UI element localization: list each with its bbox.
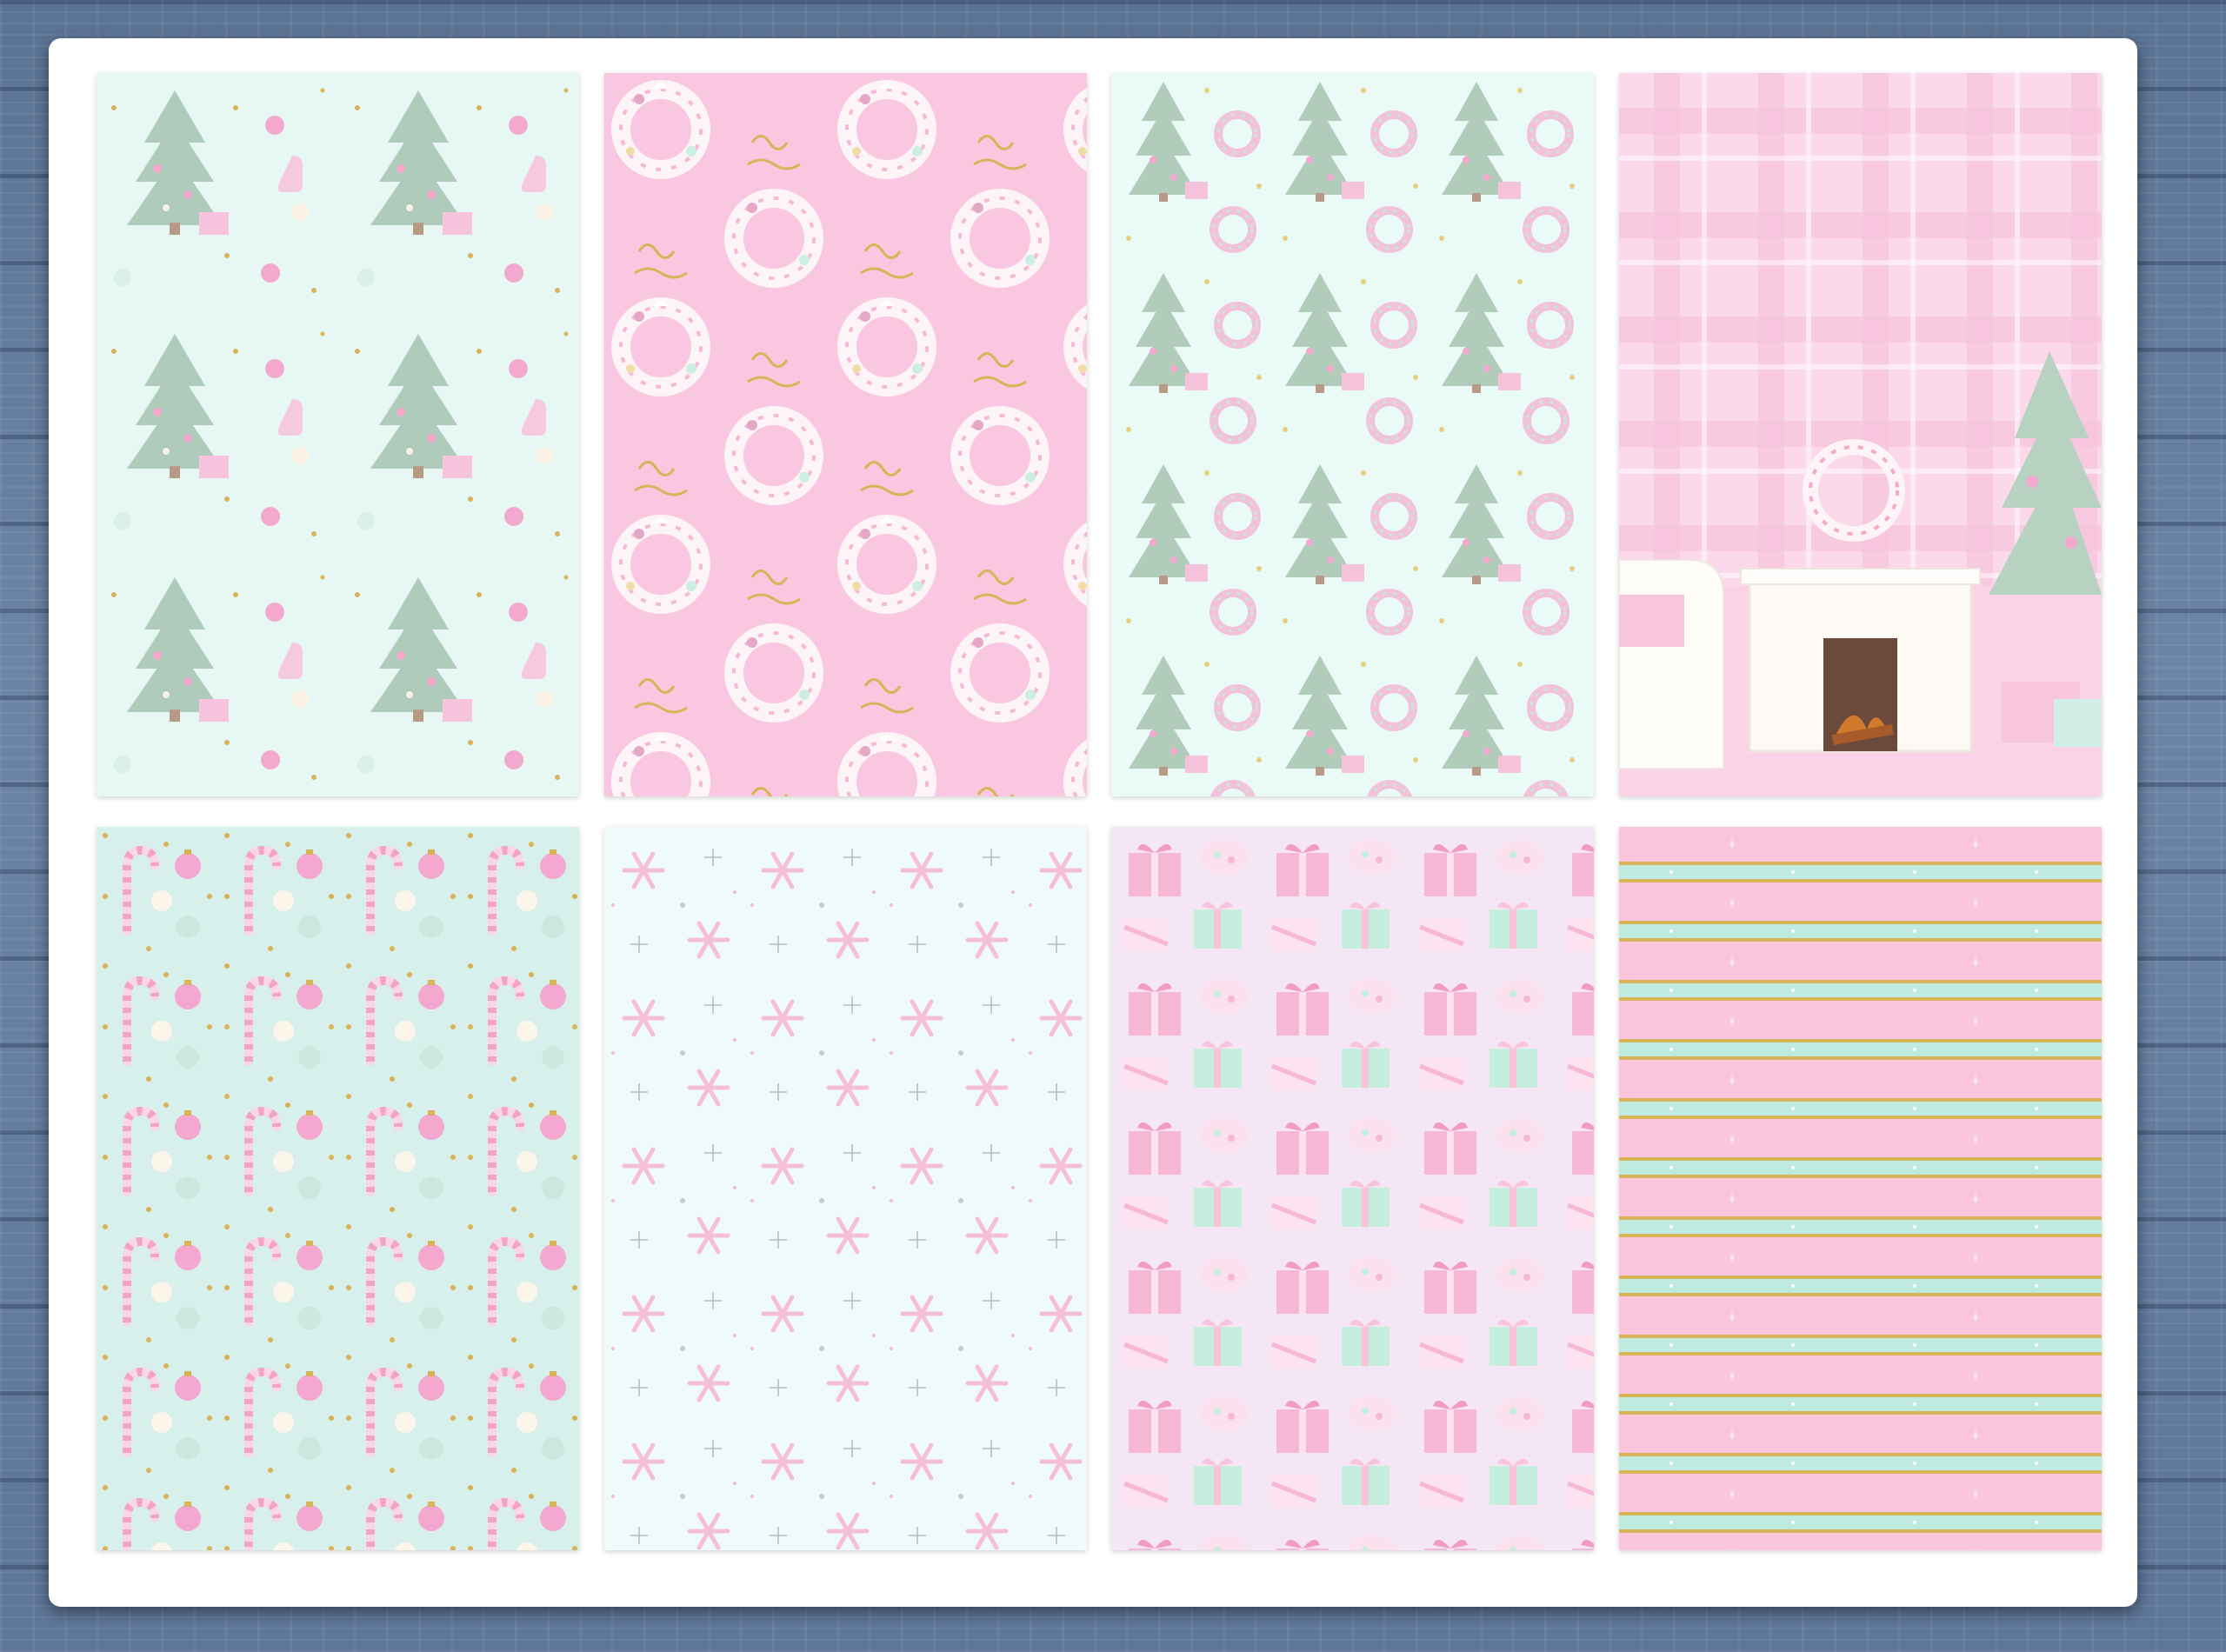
wreath-pattern-art <box>604 73 1087 796</box>
gift-box-pattern-art <box>1111 827 1594 1550</box>
paper-gallery-board <box>49 38 2137 1607</box>
stripe-pattern-art <box>1619 827 2102 1550</box>
paper-gift-box-pattern[interactable] <box>1111 827 1594 1550</box>
paper-snowflake-pattern[interactable] <box>604 827 1087 1550</box>
paper-stripe-pattern[interactable] <box>1619 827 2102 1550</box>
paper-christmas-tree-pattern[interactable] <box>97 73 579 796</box>
snowflake-pattern-art <box>604 827 1087 1550</box>
candy-cane-pattern-art <box>97 827 579 1550</box>
paper-candy-cane-pattern[interactable] <box>97 827 579 1550</box>
fireplace-scene-art <box>1619 73 2102 796</box>
christmas-tree-pattern-art <box>97 73 579 796</box>
paper-wreath-pattern[interactable] <box>604 73 1087 796</box>
paper-tree-wreath-pattern[interactable] <box>1111 73 1594 796</box>
tree-wreath-pattern-art <box>1111 73 1594 796</box>
paper-fireplace-scene[interactable] <box>1619 73 2102 796</box>
